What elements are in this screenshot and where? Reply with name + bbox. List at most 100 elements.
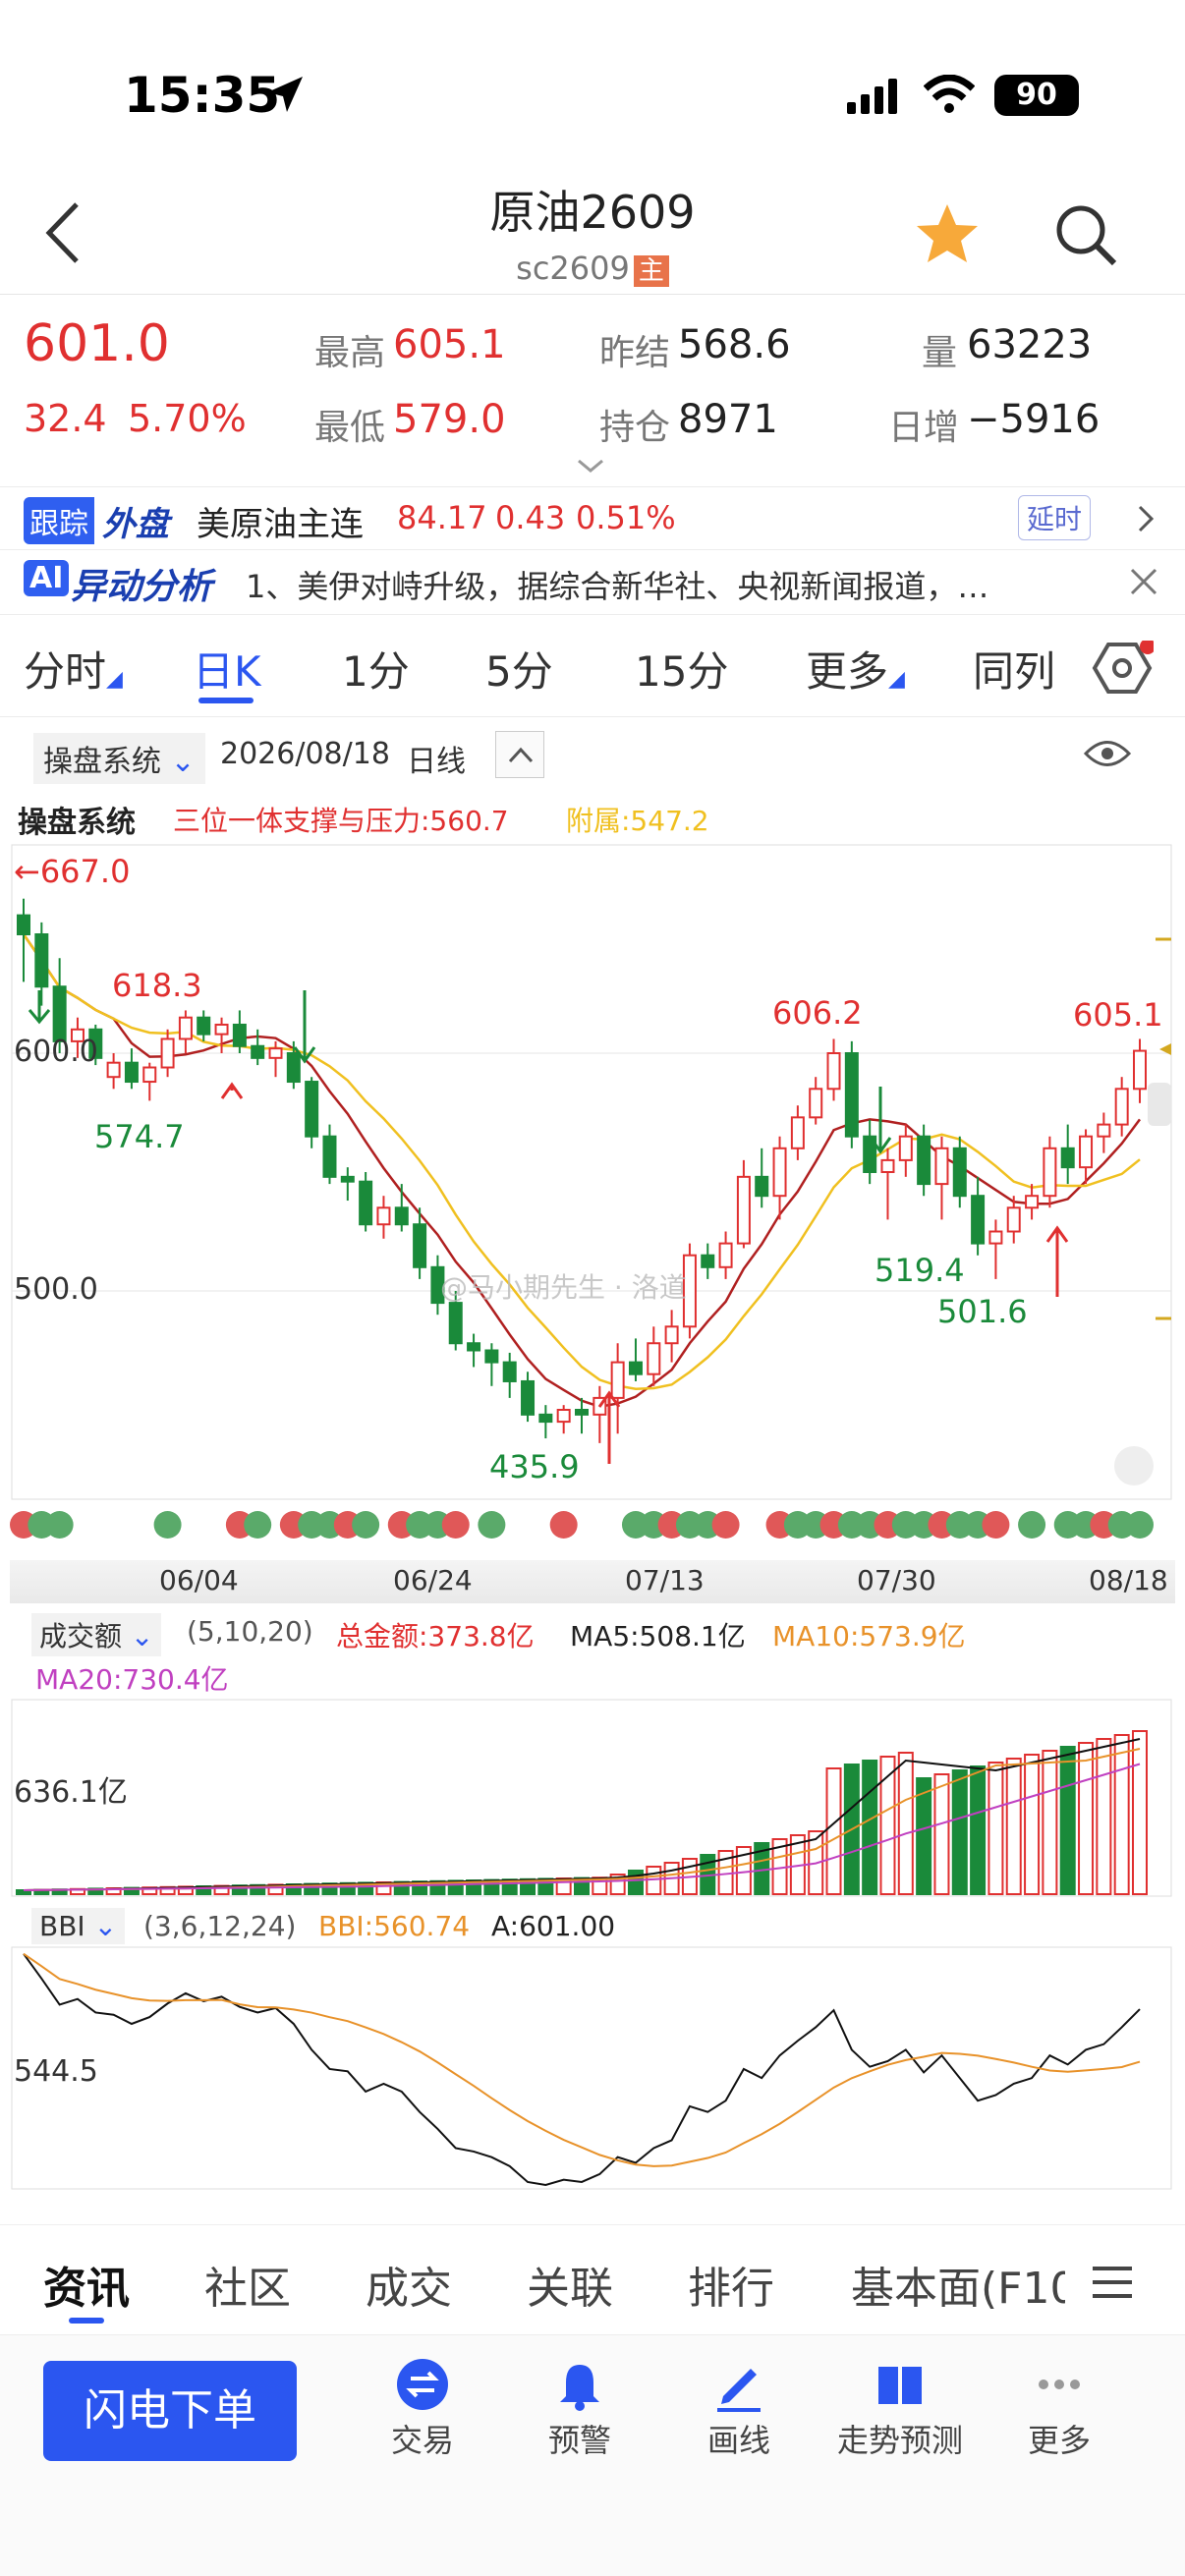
system-selector[interactable]: 操盘系统 ⌄	[33, 733, 205, 784]
ai-signal-marker[interactable]	[352, 1511, 380, 1539]
menu-icon[interactable]	[1091, 2265, 1134, 2300]
collapse-button[interactable]	[495, 731, 544, 778]
volume-bar	[1059, 1746, 1076, 1895]
tab-trades[interactable]: 成交	[366, 2253, 452, 2316]
volume-bar	[933, 1773, 950, 1895]
candle	[521, 1379, 536, 1416]
tab-ranking[interactable]: 排行	[688, 2253, 774, 2316]
action-alert[interactable]: 预警	[531, 2357, 629, 2461]
nav-bar: 原油2609 sc2609 主	[0, 167, 1185, 295]
search-icon[interactable]	[1053, 202, 1118, 267]
quick-order-button[interactable]: 闪电下单	[43, 2361, 297, 2461]
label-low-2: 519.4	[875, 1252, 965, 1289]
candle	[340, 1175, 355, 1183]
candle	[467, 1342, 481, 1352]
star-icon[interactable]	[914, 200, 981, 267]
vol-label: 量	[922, 333, 958, 373]
volume-bar	[897, 1752, 914, 1895]
ai-signal-marker[interactable]	[1126, 1511, 1154, 1539]
bbi-params: (3,6,12,24)	[143, 1910, 297, 1942]
chevron-right-icon[interactable]	[1134, 503, 1157, 534]
eye-icon[interactable]	[1083, 737, 1132, 770]
ai-signal-marker[interactable]	[982, 1511, 1010, 1539]
ai-signal-marker[interactable]	[1018, 1511, 1046, 1539]
tab-community[interactable]: 社区	[204, 2253, 291, 2316]
label-low-3: 501.6	[937, 1293, 1028, 1330]
tab-related[interactable]: 关联	[527, 2253, 613, 2316]
chart-date: 2026/08/18	[220, 737, 390, 771]
ai-signal-marker[interactable]	[711, 1511, 740, 1539]
tab-same-column[interactable]: 同列	[973, 639, 1055, 699]
volume-params: (5,10,20)	[187, 1615, 313, 1648]
oi-label: 持仓	[599, 408, 671, 448]
volume-bar	[627, 1870, 644, 1895]
ai-signal-marker[interactable]	[478, 1511, 506, 1539]
tab-fenshi[interactable]: 分时◢	[24, 639, 123, 699]
ai-signal-marker[interactable]	[153, 1511, 182, 1539]
close-icon[interactable]	[1128, 566, 1159, 597]
settings-hex-icon[interactable]	[1091, 641, 1154, 696]
last-price: 601.0	[24, 314, 170, 373]
candle	[809, 1088, 823, 1119]
bbi-chart[interactable]: 544.5	[10, 1945, 1175, 2191]
active-tab-indicator	[198, 698, 254, 703]
ai-signal-marker[interactable]	[549, 1511, 578, 1539]
expand-button[interactable]	[1114, 1446, 1154, 1485]
candle	[1043, 1147, 1057, 1198]
tab-label: 日K	[193, 647, 261, 696]
tab-15min[interactable]: 15分	[635, 639, 728, 699]
action-label: 交易	[390, 2422, 454, 2459]
ai-signal-row	[10, 1511, 1154, 1539]
tab-news[interactable]: 资讯	[43, 2253, 130, 2316]
trade-icon	[397, 2359, 448, 2410]
candlestick-chart[interactable]: ←667.0 600.0 500.0 618.3 574.7 606.2 519…	[10, 843, 1175, 1501]
chevron-up-icon	[508, 747, 534, 763]
action-forecast[interactable]: 走势预测	[831, 2357, 969, 2461]
chevron-down-icon[interactable]	[576, 458, 605, 476]
buy-arrow-icon	[1045, 1225, 1069, 1297]
tab-more[interactable]: 更多◢	[806, 639, 905, 699]
ytick-600: 600.0	[14, 1035, 98, 1069]
volume-ytick: 636.1亿	[14, 1775, 128, 1810]
tab-fundamentals[interactable]: 基本面(F10	[851, 2253, 1065, 2316]
location-arrow-icon	[267, 77, 303, 112]
candle	[934, 1147, 949, 1186]
page-title: 原油2609	[489, 186, 696, 239]
action-label: 更多	[1027, 2422, 1091, 2459]
date-axis[interactable]: 06/04 06/24 07/13 07/30 08/18	[10, 1560, 1175, 1603]
candle	[917, 1135, 931, 1186]
volume-bar	[1042, 1750, 1058, 1895]
candle	[647, 1342, 661, 1375]
candle	[52, 985, 67, 1042]
bbi-price-line	[23, 1953, 1141, 2187]
chevron-down-icon: ⌄	[130, 1620, 154, 1652]
ai-signal-marker[interactable]	[441, 1511, 470, 1539]
candle	[755, 1175, 769, 1198]
overseas-ticker[interactable]: 跟踪 外盘 美原油主连 84.17 0.43 0.51% 延时	[0, 487, 1185, 550]
label-low-1: 574.7	[94, 1118, 185, 1155]
tab-1min[interactable]: 1分	[342, 639, 410, 699]
bbi-selector[interactable]: BBI ⌄	[31, 1908, 126, 1944]
candle	[214, 1023, 229, 1036]
indicator-line1: 三位一体支撑与压力:560.7	[173, 805, 509, 837]
volume-chart[interactable]: 636.1亿	[10, 1698, 1175, 1898]
action-more[interactable]: 更多	[1010, 2357, 1108, 2461]
candle	[34, 933, 49, 988]
side-handle[interactable]	[1148, 1083, 1171, 1126]
volume-bar	[1132, 1730, 1148, 1895]
action-draw[interactable]: 画线	[690, 2357, 788, 2461]
tab-5min[interactable]: 5分	[485, 639, 553, 699]
ai-analysis-bar[interactable]: AI 异动分析 1、美伊对峙升级，据综合新华社、央视新闻报道，…	[0, 550, 1185, 615]
action-trade[interactable]: 交易	[373, 2357, 472, 2461]
ai-signal-marker[interactable]	[244, 1511, 272, 1539]
code-text: sc2609	[516, 250, 630, 287]
candle	[359, 1180, 373, 1226]
candle	[736, 1175, 751, 1245]
delay-badge: 延时	[1018, 495, 1092, 540]
candle	[1097, 1123, 1111, 1138]
candle	[142, 1066, 157, 1084]
tab-dayk[interactable]: 日K	[193, 639, 261, 699]
date-tick: 08/18	[1089, 1564, 1168, 1596]
volume-selector[interactable]: 成交额 ⌄	[31, 1613, 162, 1656]
ai-signal-marker[interactable]	[45, 1511, 74, 1539]
